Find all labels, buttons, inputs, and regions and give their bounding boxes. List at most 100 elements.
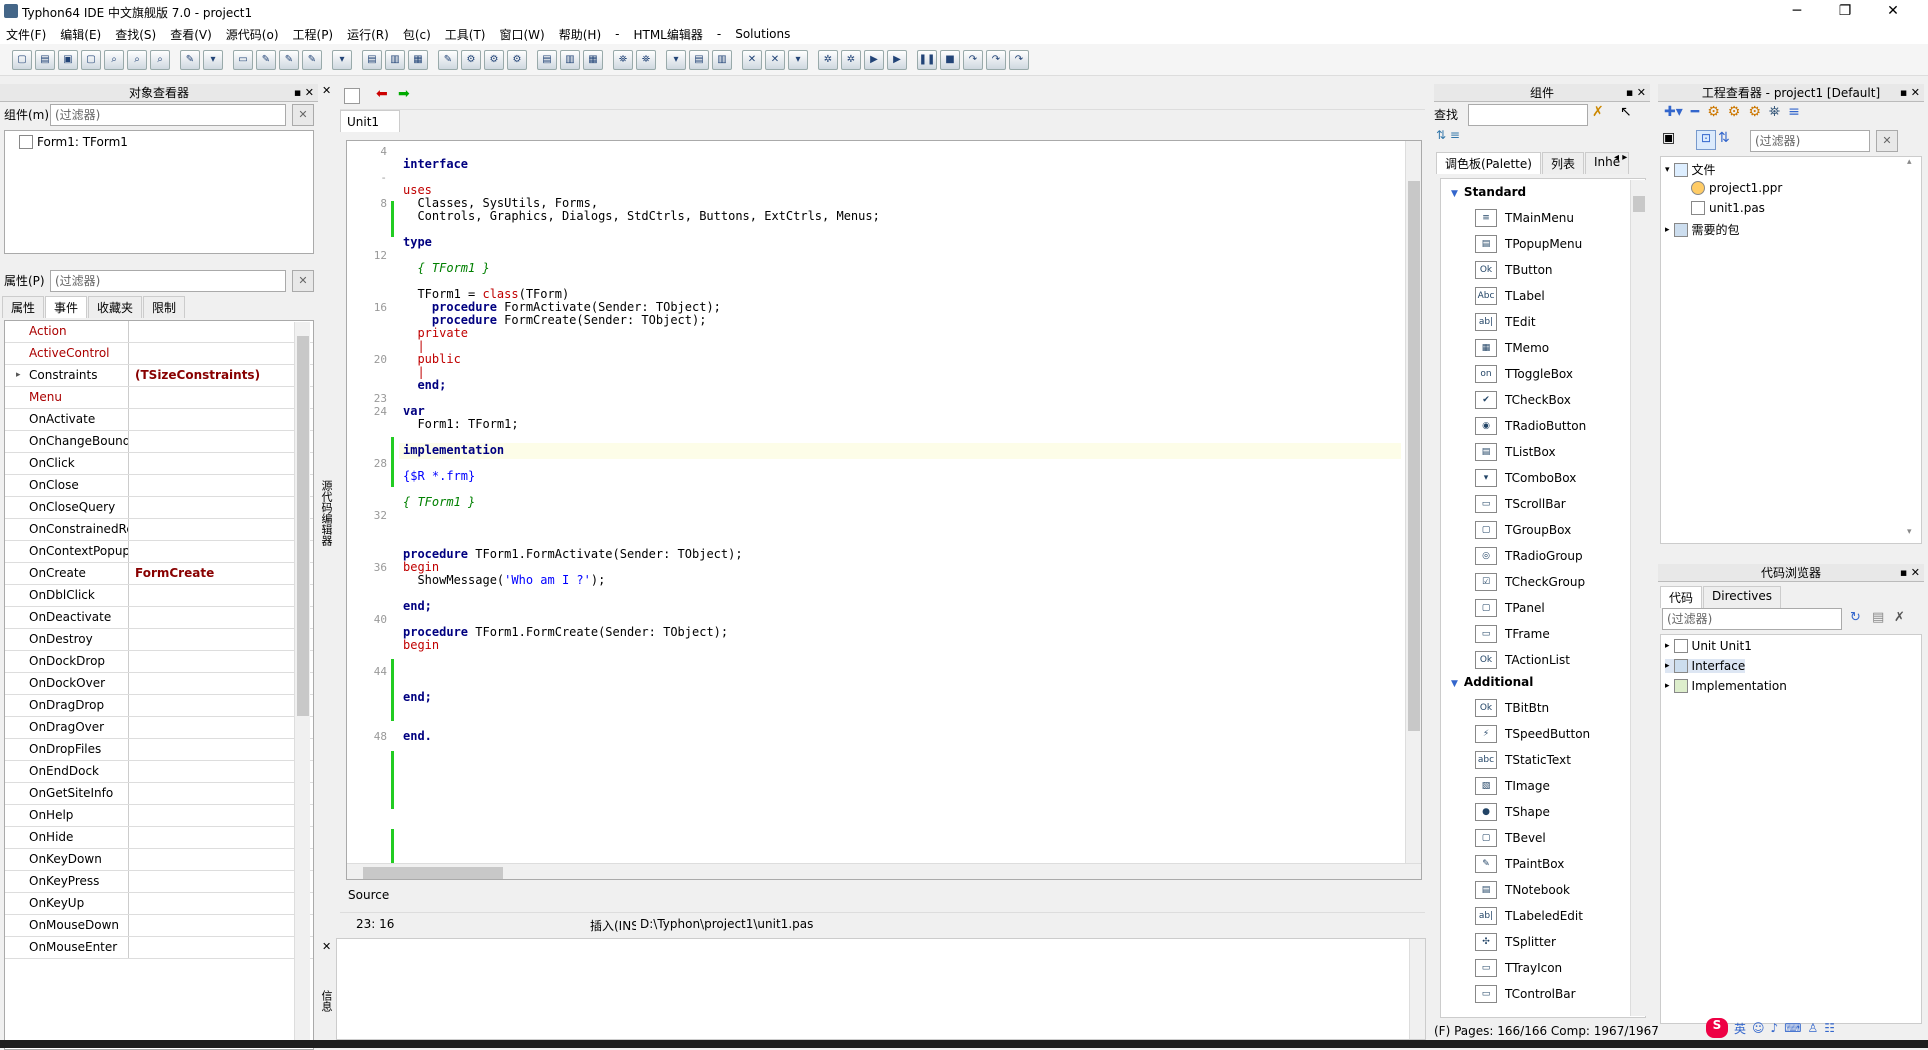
menu-item[interactable]: 包(c) [403, 26, 431, 43]
property-value[interactable] [129, 761, 135, 782]
pointer-icon[interactable]: ↖ [1620, 104, 1632, 120]
palette-item[interactable]: Ok TBitBtn [1475, 695, 1549, 721]
property-value[interactable]: (TSizeConstraints) [129, 365, 260, 386]
property-row[interactable]: OnDropFiles [5, 739, 313, 761]
remove-icon[interactable]: ━ [1691, 104, 1699, 120]
inspector-tab[interactable]: 收藏夹 [88, 296, 143, 318]
toolbar-button-icon[interactable]: ✎ [180, 49, 200, 70]
property-row[interactable]: ▸ Constraints (TSizeConstraints) [5, 365, 313, 387]
property-row[interactable]: Action [5, 321, 313, 343]
toolbar-button-icon[interactable]: ▶ [864, 49, 884, 70]
palette-item[interactable]: ab| TEdit [1475, 309, 1536, 335]
property-row[interactable]: OnCreate FormCreate [5, 563, 313, 585]
menu-item[interactable]: 查看(V) [170, 26, 212, 43]
palette-item[interactable]: ▢ TPanel [1475, 595, 1545, 621]
palette-item[interactable]: ▭ TControlBar [1475, 981, 1576, 1007]
property-value[interactable] [129, 497, 135, 518]
install-icon[interactable]: ⚙ [1748, 104, 1761, 120]
property-row[interactable]: OnDragOver [5, 717, 313, 739]
toolbar-button-icon[interactable]: ✲ [841, 49, 861, 70]
toolbar-button-icon[interactable]: ⚙ [484, 49, 504, 70]
toolbar-button-icon[interactable]: ⌕ [150, 49, 170, 70]
project-pin-close-icon[interactable]: ▪ ✕ [1900, 84, 1920, 102]
tree-item-unit1[interactable]: unit1.pas [1691, 201, 1765, 215]
maximize-button[interactable]: ❐ [1822, 0, 1868, 24]
palette-item[interactable]: ▤ TPopupMenu [1475, 231, 1582, 257]
palette-item[interactable]: ☑ TCheckGroup [1475, 569, 1585, 595]
toolbar-button-icon[interactable]: ⌕ [127, 49, 147, 70]
toolbar-button-icon[interactable]: ▦ [408, 49, 428, 70]
toolbar-button-icon[interactable]: ▣ [58, 49, 78, 70]
palette-item[interactable]: abc TStaticText [1475, 747, 1571, 773]
code-browser-filter[interactable]: (过滤器) [1662, 608, 1842, 630]
property-row[interactable]: OnHelp [5, 805, 313, 827]
toolbar-button-icon[interactable]: ⚙ [507, 49, 527, 70]
toolbar-button-icon[interactable]: ✎ [279, 49, 299, 70]
property-row[interactable]: OnKeyUp [5, 893, 313, 915]
settings-icon[interactable]: ☷ [1824, 1021, 1835, 1035]
property-value[interactable] [129, 475, 135, 496]
menu-item[interactable]: Solutions [735, 27, 790, 41]
property-value[interactable] [129, 541, 135, 562]
toolbar-button-icon[interactable]: ▾ [332, 49, 352, 70]
property-value[interactable] [129, 805, 135, 826]
palette-tab-scroll[interactable]: ◂ ▸ [1614, 152, 1627, 163]
toolbar-button-icon[interactable]: ↷ [963, 49, 983, 70]
project-clear-icon[interactable]: ✕ [1876, 130, 1898, 152]
toolbar-button-icon[interactable]: ▤ [537, 49, 557, 70]
menu-item[interactable]: 工具(T) [445, 26, 486, 43]
toolbar-button-icon[interactable]: ✎ [438, 49, 458, 70]
toolbar-button-icon[interactable]: ▥ [560, 49, 580, 70]
property-row[interactable]: OnClose [5, 475, 313, 497]
menu-item[interactable]: 帮助(H) [559, 26, 601, 43]
palette-item[interactable]: ▤ TListBox [1475, 439, 1556, 465]
toolbar-button-icon[interactable]: ▤ [35, 49, 55, 70]
find-icon[interactable]: ⛯ [1769, 104, 1780, 120]
editor-menu-icon[interactable] [344, 88, 360, 104]
toolbar-button-icon[interactable]: ▭ [233, 49, 253, 70]
tree-unit-unit1[interactable]: ▸ Unit Unit1 [1665, 639, 1752, 653]
property-value[interactable] [129, 871, 135, 892]
toolbar-button-icon[interactable]: ⛯ [636, 49, 656, 70]
palette-item[interactable]: ▢ TGroupBox [1475, 517, 1571, 543]
property-value[interactable] [129, 343, 135, 364]
project-scroll-up-icon[interactable]: ▴ [1907, 157, 1912, 167]
clear-property-filter-icon[interactable]: ✕ [292, 270, 314, 292]
property-value[interactable] [129, 519, 135, 540]
property-value[interactable] [129, 629, 135, 650]
inspector-tab[interactable]: 属性 [2, 296, 45, 318]
list-icon[interactable]: ≡ [1788, 104, 1800, 120]
property-value[interactable] [129, 585, 135, 606]
property-value[interactable] [129, 739, 135, 760]
property-value[interactable] [129, 915, 135, 936]
code-editor[interactable]: 4 interface - uses 8 Classes, SysUtils, Form… [346, 140, 1422, 880]
toolbar-button-icon[interactable]: ✲ [818, 49, 838, 70]
property-value[interactable] [129, 387, 135, 408]
property-row[interactable]: OnActivate [5, 409, 313, 431]
property-row[interactable]: OnDblClick [5, 585, 313, 607]
property-row[interactable]: OnDestroy [5, 629, 313, 651]
minimize-button[interactable]: ─ [1774, 0, 1820, 24]
property-value[interactable] [129, 717, 135, 738]
palette-item[interactable]: ⚡ TSpeedButton [1475, 721, 1590, 747]
code-browser-pin-close-icon[interactable]: ▪ ✕ [1900, 564, 1920, 582]
menu-item[interactable]: HTML编辑器 [633, 26, 702, 43]
menu-item[interactable]: 源代码(o) [226, 26, 279, 43]
sort-icon[interactable]: ⇅ [1718, 130, 1730, 146]
property-row[interactable]: OnContextPopup [5, 541, 313, 563]
menu-item[interactable]: 编辑(E) [60, 26, 101, 43]
editor-h-scrollbar[interactable] [347, 863, 1421, 879]
tree-item-packages[interactable]: ▸ 需要的包 [1665, 221, 1740, 238]
close-button[interactable]: ✕ [1870, 0, 1916, 24]
palette-item[interactable]: ▦ TMemo [1475, 335, 1549, 361]
property-value[interactable] [129, 409, 135, 430]
mic-icon[interactable]: ♪ [1771, 1021, 1779, 1035]
palette-item[interactable]: ✎ TPaintBox [1475, 851, 1564, 877]
expand-icon[interactable]: ▸ [16, 365, 21, 386]
property-value[interactable] [129, 607, 135, 628]
toolbar-button-icon[interactable]: ▾ [788, 49, 808, 70]
back-arrow-icon[interactable]: ⬅ [376, 86, 388, 102]
editor-v-scrollbar[interactable] [1405, 141, 1421, 863]
toolbar-button-icon[interactable]: ■ [940, 49, 960, 70]
palette-item[interactable]: ✣ TSplitter [1475, 929, 1556, 955]
